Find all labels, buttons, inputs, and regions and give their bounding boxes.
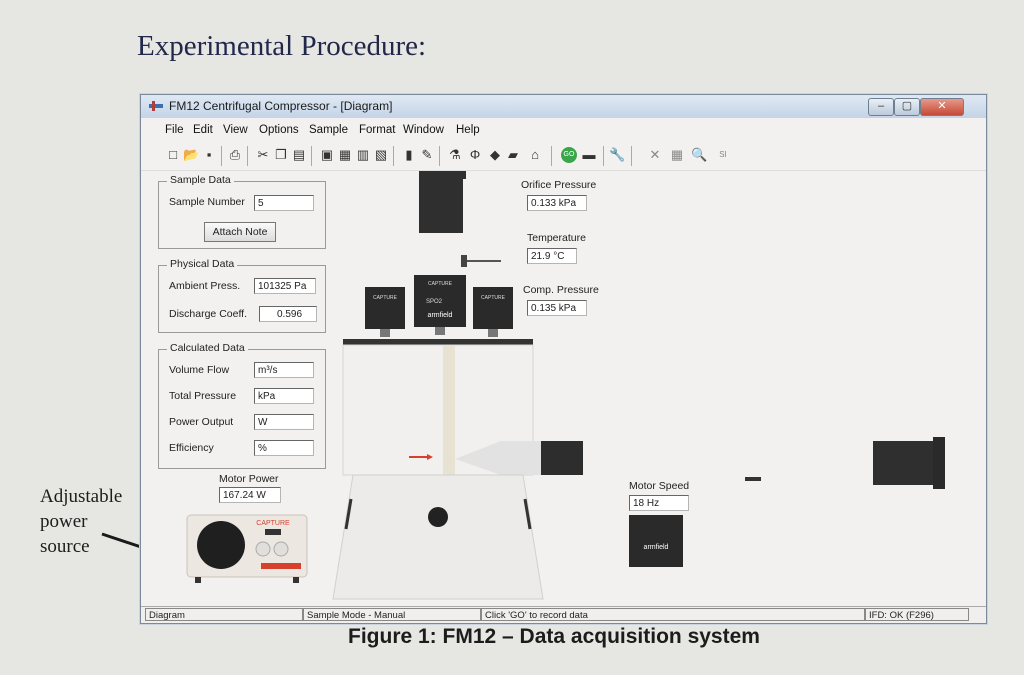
open-icon[interactable]: 📂 (183, 147, 199, 163)
app-window: FM12 Centrifugal Compressor - [Diagram] … (140, 94, 987, 624)
close-button[interactable]: ✕ (920, 98, 964, 116)
compressor-app-icon (149, 101, 163, 111)
motor-port (428, 507, 448, 527)
menu-view[interactable]: View (223, 124, 248, 136)
outlet-pipe (541, 441, 583, 475)
housing-seam (443, 345, 455, 475)
title-bar[interactable]: FM12 Centrifugal Compressor - [Diagram] … (141, 95, 986, 118)
center-module-brand: CAPTURE (428, 281, 453, 287)
sensor-module-right: CAPTURE (473, 287, 513, 337)
svg-text:armfield: armfield (644, 544, 669, 551)
maximize-button[interactable]: ▢ (894, 98, 920, 116)
ambient-press-label: Ambient Press. (169, 280, 241, 292)
menu-window[interactable]: Window (403, 124, 444, 136)
table-icon[interactable]: ▥ (355, 147, 371, 163)
sensor-module-left: CAPTURE (365, 287, 405, 337)
book-icon[interactable]: ▰ (505, 147, 521, 163)
page-heading: Experimental Procedure: (137, 30, 427, 62)
toolbar-separator (631, 146, 632, 166)
paint-icon[interactable]: ◆ (487, 147, 503, 163)
menu-sample[interactable]: Sample (309, 124, 348, 136)
copy-icon[interactable]: ❐ (273, 147, 289, 163)
toolbar-separator (221, 146, 222, 166)
toolbar: □ 📂 ▪ ⎙ ✂ ❐ ▤ ▣ ▦ ▥ ▧ ▮ ✎ ⚗ Φ ◆ ▰ ⌂ GO ▬… (141, 142, 986, 171)
menu-edit[interactable]: Edit (193, 124, 213, 136)
group-title: Physical Data (167, 258, 238, 270)
center-module-logo: armfield (428, 312, 453, 319)
motor-power-field: 167.24 W (219, 487, 281, 503)
toolbar-separator (439, 146, 440, 166)
wrench-icon[interactable]: 🔧 (609, 147, 625, 163)
sensor-module-center: CAPTURE SPO2 armfield (414, 275, 466, 335)
toolbar-separator (247, 146, 248, 166)
toolbar-separator (603, 146, 604, 166)
menu-help[interactable]: Help (456, 124, 480, 136)
exhaust-pipe (873, 441, 943, 485)
record-icon[interactable]: ▬ (581, 147, 597, 163)
status-ifd: IFD: OK (F296) (865, 608, 969, 621)
power-source-unit: CAPTURE (186, 514, 308, 583)
go-icon[interactable]: GO (561, 147, 577, 163)
cut-icon[interactable]: ✂ (255, 147, 271, 163)
save-icon[interactable]: ▪ (201, 147, 217, 163)
table-grid-icon[interactable]: ▦ (669, 147, 685, 163)
status-hint: Click 'GO' to record data (481, 608, 865, 621)
annotation-line-1: Adjustable (40, 486, 123, 507)
group-title: Sample Data (167, 174, 234, 186)
paste-icon[interactable]: ▤ (291, 147, 307, 163)
status-sample-mode: Sample Mode - Manual (303, 608, 481, 621)
volume-flow-label: Volume Flow (169, 364, 230, 376)
motor-power-label: Motor Power (219, 473, 279, 485)
sample-number-label: Sample Number (169, 196, 245, 208)
zoom-icon[interactable]: 🔍 (691, 147, 707, 163)
bar-chart-icon[interactable]: ▮ (401, 147, 417, 163)
discharge-coeff-label: Discharge Coeff. (169, 308, 248, 320)
diagram-icon[interactable]: ▣ (319, 147, 335, 163)
power-output-label: Power Output (169, 416, 234, 428)
svg-text:CAPTURE: CAPTURE (256, 520, 290, 527)
toolbar-separator (311, 146, 312, 166)
units-icon[interactable]: SI (715, 147, 731, 163)
menu-bar: File Edit View Options Sample Format Win… (141, 119, 986, 141)
print-icon[interactable]: ⎙ (227, 147, 243, 163)
flask-icon[interactable]: ⚗ (447, 147, 463, 163)
figure-caption: Figure 1: FM12 – Data acquisition system (348, 625, 760, 648)
window-title: FM12 Centrifugal Compressor - [Diagram] (169, 99, 393, 113)
graph-icon[interactable]: ▦ (337, 147, 353, 163)
menu-options[interactable]: Options (259, 124, 299, 136)
svg-text:CAPTURE: CAPTURE (373, 295, 398, 301)
home-icon[interactable]: ⌂ (527, 147, 543, 163)
status-view: Diagram (145, 608, 303, 621)
compressor-base (332, 474, 544, 600)
menu-format[interactable]: Format (359, 124, 395, 136)
inlet-box (419, 171, 463, 233)
new-icon[interactable]: □ (165, 147, 181, 163)
compressor-diagram: CAPTURE CAPTURE SPO2 armfield CAPTURE ar… (332, 171, 945, 600)
toolbar-separator (551, 146, 552, 166)
total-pressure-label: Total Pressure (169, 390, 237, 402)
svg-text:CAPTURE: CAPTURE (481, 295, 506, 301)
chart-icon[interactable]: ▧ (373, 147, 389, 163)
compressor-top-plate (343, 339, 533, 345)
phi-icon[interactable]: Φ (467, 147, 483, 163)
group-title: Calculated Data (167, 342, 248, 354)
delete-icon[interactable]: ✕ (647, 147, 663, 163)
pencil-chart-icon[interactable]: ✎ (419, 147, 435, 163)
toolbar-separator (393, 146, 394, 166)
status-bar: Diagram Sample Mode - Manual Click 'GO' … (141, 606, 986, 623)
center-module-sensor: SPO2 (426, 299, 443, 305)
attach-note-button[interactable]: Attach Note (204, 222, 276, 242)
minimize-button[interactable]: – (868, 98, 894, 116)
power-dial (197, 521, 245, 569)
efficiency-label: Efficiency (169, 442, 214, 454)
speed-sensor (745, 477, 761, 481)
menu-file[interactable]: File (165, 124, 184, 136)
motor-speed-module (629, 515, 683, 567)
